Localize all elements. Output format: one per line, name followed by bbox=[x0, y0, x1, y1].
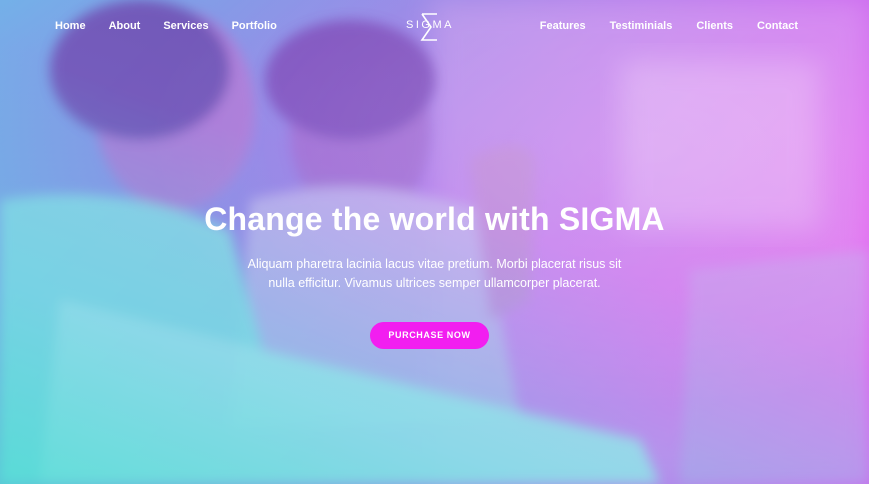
sigma-logo[interactable]: SIGMA bbox=[406, 12, 454, 42]
nav-right-group: Features Testiminials Clients Contact bbox=[516, 20, 798, 32]
hero-subtext: Aliquam pharetra lacinia lacus vitae pre… bbox=[247, 257, 622, 290]
hero-headline: Change the world with SIGMA bbox=[204, 201, 665, 237]
hero-section: Home About Services Portfolio SIGMA Feat… bbox=[0, 0, 869, 484]
logo-text: SIGMA bbox=[406, 19, 454, 31]
nav-link-testimonials[interactable]: Testiminials bbox=[610, 20, 673, 32]
nav-link-services[interactable]: Services bbox=[163, 20, 208, 32]
nav-left-group: Home About Services Portfolio bbox=[55, 20, 300, 32]
top-navigation: Home About Services Portfolio SIGMA Feat… bbox=[0, 0, 869, 54]
nav-link-features[interactable]: Features bbox=[540, 20, 586, 32]
nav-link-clients[interactable]: Clients bbox=[696, 20, 733, 32]
nav-link-contact[interactable]: Contact bbox=[757, 20, 798, 32]
purchase-now-button[interactable]: PURCHASE NOW bbox=[370, 322, 489, 349]
nav-link-home[interactable]: Home bbox=[55, 20, 86, 32]
nav-link-portfolio[interactable]: Portfolio bbox=[232, 20, 277, 32]
haze-overlay bbox=[0, 0, 869, 484]
nav-link-about[interactable]: About bbox=[109, 20, 141, 32]
